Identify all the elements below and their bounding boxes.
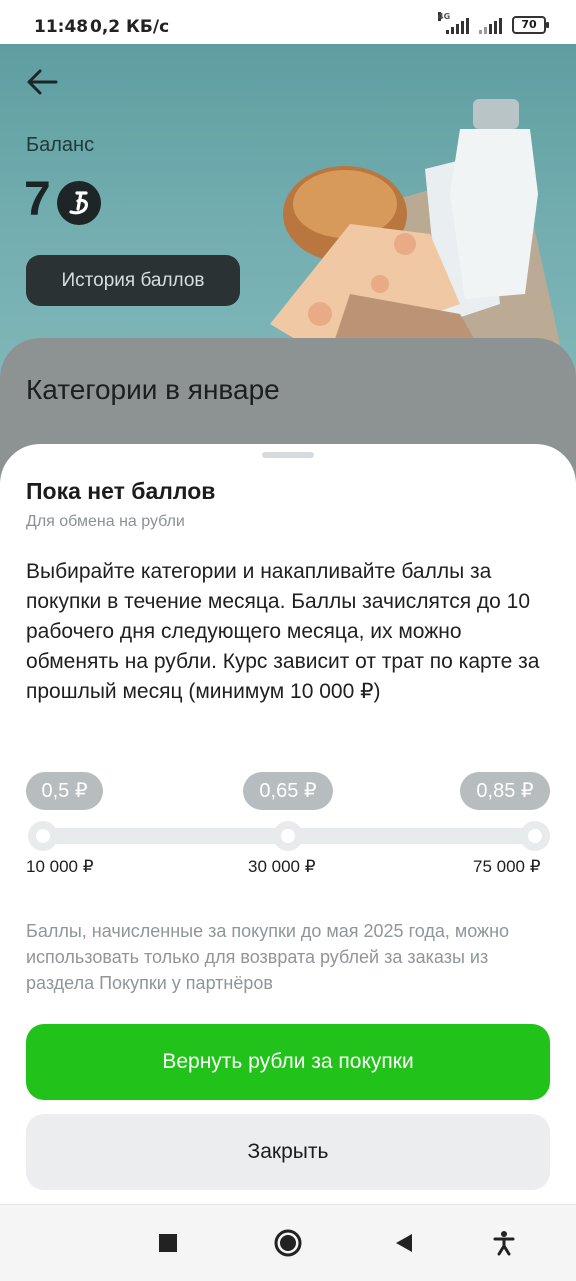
arrow-left-icon	[27, 69, 58, 95]
accessibility-button[interactable]	[486, 1225, 522, 1261]
sheet-note: Баллы, начисленные за покупки до мая 202…	[26, 921, 510, 993]
home-button[interactable]	[270, 1225, 306, 1261]
rate-scale-point-high	[520, 821, 550, 851]
close-button[interactable]: Закрыть	[26, 1114, 550, 1190]
back-button[interactable]	[24, 64, 64, 100]
status-time: 11:48	[34, 17, 89, 37]
signal-4g-icon: 4G	[438, 12, 469, 34]
network-type-label: 4G	[438, 12, 451, 21]
circle-home-icon	[274, 1229, 302, 1257]
square-stop-icon	[159, 1234, 177, 1252]
battery-icon: 70	[512, 16, 549, 34]
rate-scale-point-low	[28, 821, 58, 851]
sheet-drag-handle[interactable]	[262, 452, 314, 458]
rate-pill-mid: 0,65 ₽	[243, 772, 333, 810]
back-nav-button[interactable]	[386, 1225, 422, 1261]
threshold-high: 75 000 ₽	[473, 857, 541, 876]
balance-label: Баланс	[26, 134, 95, 156]
accessibility-icon	[493, 1231, 515, 1256]
sheet-title: Пока нет баллов	[26, 478, 216, 504]
rate-scale-point-mid	[273, 821, 303, 851]
sheet-subtitle: Для обмена на рубли	[26, 513, 185, 530]
points-history-button[interactable]: История баллов	[26, 255, 240, 306]
balance-value: 7	[24, 173, 51, 226]
rate-pill-high: 0,85 ₽	[460, 772, 550, 810]
status-bar: 11:48 0,2 КБ/с 4G 70	[0, 0, 576, 44]
status-network-speed: 0,2 КБ/с	[90, 17, 170, 37]
rate-pill-low: 0,5 ₽	[26, 772, 103, 810]
threshold-mid: 30 000 ₽	[248, 857, 316, 876]
system-navigation-bar	[0, 1204, 576, 1281]
threshold-low: 10 000 ₽	[26, 857, 94, 876]
recent-apps-button[interactable]	[150, 1225, 186, 1261]
points-coin-icon	[57, 181, 101, 225]
sheet-description: Выбирайте категории и накапливайте баллы…	[26, 560, 540, 703]
signal-icon	[479, 18, 502, 34]
categories-title: Категории в январе	[26, 374, 280, 405]
no-points-sheet: Пока нет баллов Для обмена на рубли Выби…	[0, 444, 576, 1204]
status-indicators: 4G 70	[438, 12, 549, 34]
return-rubles-button[interactable]: Вернуть рубли за покупки	[26, 1024, 550, 1100]
triangle-back-icon	[396, 1234, 412, 1252]
